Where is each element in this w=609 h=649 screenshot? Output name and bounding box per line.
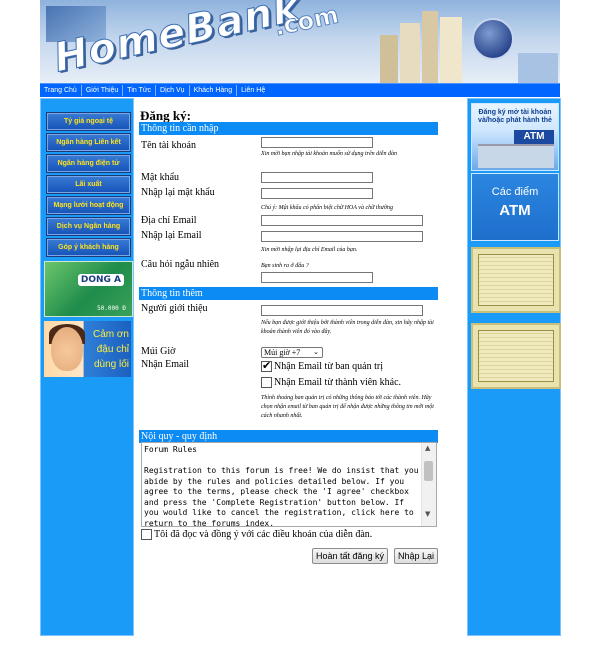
scroll-up-icon[interactable]: ▲ <box>425 444 430 452</box>
atm-badge: ATM <box>514 130 554 144</box>
username-input[interactable] <box>261 137 373 148</box>
coin-emblem <box>472 18 514 60</box>
rules-textarea[interactable]: Forum Rules Registration to this forum i… <box>141 442 437 527</box>
receive-members-row[interactable]: Nhận Email từ thành viên khác. <box>261 377 401 388</box>
kid-ad-banner[interactable]: Cảm ơn đậu chỉ dùng lối <box>44 321 131 377</box>
password-confirm-input[interactable] <box>261 188 373 199</box>
kid-ad-text: Cảm ơn đậu chỉ dùng lối <box>92 329 129 370</box>
nav-item-contact[interactable]: Liên Hệ <box>237 85 269 96</box>
timezone-select[interactable]: Múi giờ +7 ⌄ <box>261 347 323 358</box>
donga-card-ad[interactable]: DONG A 50.000 Đ <box>44 261 133 317</box>
scroll-down-icon[interactable]: ▼ <box>425 510 430 518</box>
card-brand: DONG A <box>77 274 124 286</box>
menu-bank-services[interactable]: Dịch vụ Ngân hàng <box>46 217 131 236</box>
building-graphic <box>380 35 398 83</box>
reset-button[interactable]: Nhập Lại <box>394 548 438 564</box>
scroll-thumb[interactable] <box>424 461 433 481</box>
atm-register-ad[interactable]: Đăng ký mở tài khoản và/hoặc phát hành t… <box>471 103 559 171</box>
atm-points-ad[interactable]: Các điểm ATM <box>471 173 559 241</box>
referrer-note: Nếu bạn được giới thiệu bởi thành viên t… <box>261 320 434 335</box>
site-header: HomeBank .com <box>40 0 560 83</box>
random-question-label: Câu hỏi ngẫu nhiên <box>141 259 220 270</box>
password-note: Chú ý: Mật khẩu có phân biệt chữ HOA và … <box>261 205 394 211</box>
receive-note: Thỉnh thoảng ban quản trị có những thông… <box>261 395 434 419</box>
username-note: Xin mời bạn nhập tài khoản muốn sử dụng … <box>261 151 397 157</box>
email-label: Địa chỉ Email <box>141 215 197 226</box>
building-graphic <box>518 53 558 83</box>
submit-registration-button[interactable]: Hoàn tất đăng ký <box>312 548 388 564</box>
child-face-image <box>51 327 83 371</box>
rules-text: Forum Rules Registration to this forum i… <box>144 445 419 527</box>
agree-row[interactable]: Tôi đã đọc và đồng ý với các điều khoản … <box>141 529 372 540</box>
receive-admin-checkbox[interactable] <box>261 359 272 372</box>
menu-interest-rates[interactable]: Lãi xuất <box>46 175 131 194</box>
right-sidebar: Đăng ký mở tài khoản và/hoặc phát hành t… <box>467 98 561 636</box>
receive-members-label: Nhận Email từ thành viên khác. <box>274 377 402 388</box>
menu-partner-banks[interactable]: Ngân hàng Liên kết <box>46 133 131 152</box>
timezone-value: Múi giờ +7 <box>264 348 301 357</box>
agree-label: Tôi đã đọc và đồng ý với các điều khoản … <box>154 529 373 540</box>
atm-points-line1: Các điểm <box>491 186 539 198</box>
email-confirm-label: Nhập lại Email <box>141 230 202 241</box>
email-note: Xin mời nhập lại địa chỉ Email của bạn. <box>261 247 358 253</box>
menu-e-banking[interactable]: Ngân hàng điện tử <box>46 154 131 173</box>
referrer-label: Người giới thiệu <box>141 303 208 314</box>
certificate-image[interactable] <box>471 323 561 389</box>
left-sidebar: Tỷ giá ngoại tệ Ngân hàng Liên kết Ngân … <box>40 98 134 636</box>
email-input[interactable] <box>261 215 423 226</box>
section-required-header: Thông tin cần nhập <box>139 122 438 135</box>
nav-item-home[interactable]: Trang Chủ <box>40 85 82 96</box>
password-confirm-label: Nhập lại mật khẩu <box>141 187 215 198</box>
menu-exchange-rates[interactable]: Tỷ giá ngoại tệ <box>46 112 131 131</box>
nav-item-customers[interactable]: Khách Hàng <box>190 85 238 96</box>
receive-admin-label: Nhận Email từ ban quản trị <box>274 361 384 372</box>
top-nav: Trang Chủ Giới Thiệu Tin Tức Dịch Vụ Khá… <box>40 83 560 97</box>
building-graphic <box>422 11 438 83</box>
password-input[interactable] <box>261 172 373 183</box>
rules-scrollbar[interactable]: ▲ ▼ <box>421 443 436 526</box>
card-amount: 50.000 Đ <box>97 305 126 312</box>
username-label: Tên tài khoản <box>141 140 196 151</box>
agree-checkbox[interactable] <box>141 529 152 540</box>
section-extra-header: Thông tin thêm <box>139 287 438 300</box>
atm-register-text: Đăng ký mở tài khoản và/hoặc phát hành t… <box>478 109 552 124</box>
receive-admin-row[interactable]: Nhận Email từ ban quản trị <box>261 359 384 372</box>
atm-machine-image <box>478 144 554 168</box>
random-question-text: Bạn sinh ra ở đâu ? <box>261 263 309 269</box>
nav-item-services[interactable]: Dịch Vụ <box>156 85 190 96</box>
atm-points-line2: ATM <box>499 202 531 219</box>
random-answer-input[interactable] <box>261 272 373 283</box>
building-graphic <box>400 23 420 83</box>
certificate-image[interactable] <box>471 247 561 313</box>
timezone-label: Múi Giờ <box>141 346 176 357</box>
chevron-down-icon: ⌄ <box>313 348 319 356</box>
menu-network[interactable]: Mạng lưới hoạt động <box>46 196 131 215</box>
receive-email-label: Nhận Email <box>141 359 190 370</box>
password-label: Mật khẩu <box>141 172 180 183</box>
receive-members-checkbox[interactable] <box>261 377 272 388</box>
menu-feedback[interactable]: Góp ý khách hàng <box>46 238 131 257</box>
nav-item-about[interactable]: Giới Thiệu <box>82 85 124 96</box>
nav-item-news[interactable]: Tin Tức <box>123 85 157 96</box>
building-graphic <box>440 17 462 83</box>
referrer-input[interactable] <box>261 305 423 316</box>
email-confirm-input[interactable] <box>261 231 423 242</box>
